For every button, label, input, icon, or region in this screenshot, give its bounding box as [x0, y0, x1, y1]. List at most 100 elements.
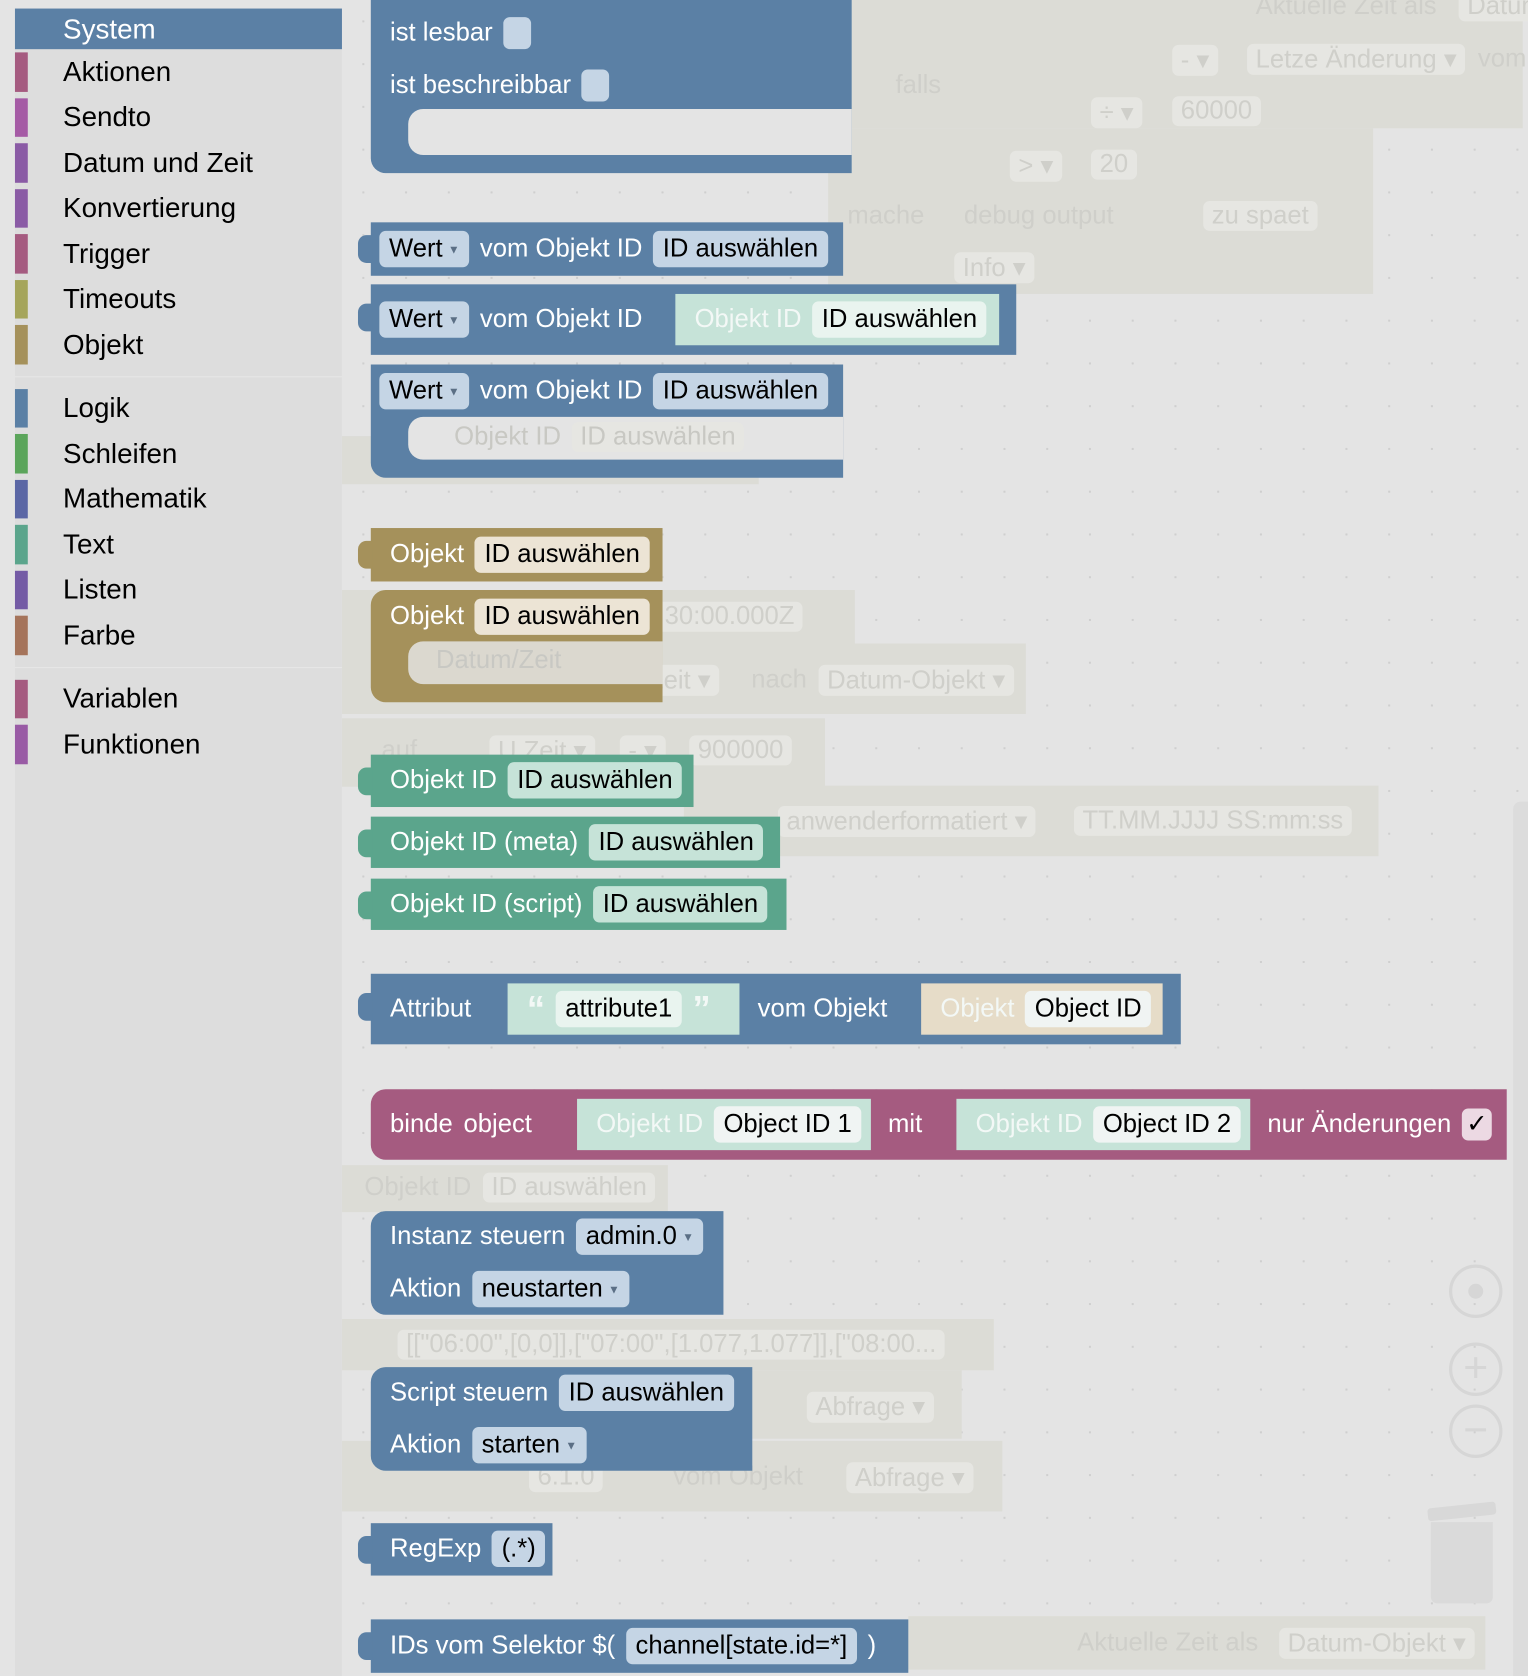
instance-dropdown[interactable]: admin.0 ▼: [576, 1218, 704, 1255]
id-select-field[interactable]: Object ID 2: [1093, 1106, 1241, 1143]
category-color-bar: [14, 234, 28, 274]
ghost-text: mache: [847, 200, 925, 230]
open-quote-icon: “: [526, 988, 545, 1029]
selector-field[interactable]: channel[state.id=*]: [625, 1627, 857, 1665]
id-select-field[interactable]: ID auswählen: [812, 301, 987, 338]
toolbox-category-funktionen[interactable]: Funktionen: [14, 722, 342, 767]
category-color-bar: [14, 52, 28, 92]
id-select-field[interactable]: ID auswählen: [474, 598, 650, 635]
inner-object-id-block[interactable]: Objekt ID Object ID 2: [956, 1098, 1251, 1151]
id-select-field[interactable]: ID auswählen: [474, 536, 650, 573]
block-label: mit: [888, 1109, 923, 1139]
ghost-text: 20: [1091, 149, 1137, 180]
readable-label: ist lesbar: [390, 18, 493, 48]
toolbox-category-farbe[interactable]: Farbe: [14, 612, 342, 657]
category-color-bar: [14, 97, 28, 137]
ghost-text: Abfrage ▾: [846, 1462, 974, 1494]
toolbox-category-timeouts[interactable]: Timeouts: [14, 276, 342, 321]
action-dropdown[interactable]: neustarten ▼: [472, 1270, 630, 1308]
ghost-text: vom: [1477, 43, 1527, 73]
category-color-bar: [14, 388, 28, 428]
category-label: Datum und Zeit: [63, 146, 253, 179]
block-objekt-id-meta[interactable]: Objekt ID (meta) ID auswählen: [357, 816, 781, 868]
inner-objekt-block[interactable]: Objekt Object ID: [921, 983, 1163, 1035]
block-get-value[interactable]: Wert ▼ vom Objekt ID Objekt ID ID auswählen: [357, 284, 1017, 355]
toolbox-category-variablen[interactable]: Variablen: [14, 676, 342, 721]
ghost-text: debug output: [963, 200, 1114, 230]
id-select-field[interactable]: ID auswählen: [653, 230, 828, 268]
inner-object-id-block[interactable]: Objekt ID Object ID 1: [577, 1098, 871, 1151]
property-dropdown[interactable]: Wert ▼: [379, 301, 470, 338]
block-get-value-statement[interactable]: Wert ▼ vom Objekt ID ID auswählen: [370, 364, 844, 478]
category-color-bar: [14, 615, 28, 655]
readable-checkbox[interactable]: [503, 17, 532, 50]
ghost-text: 30:00.000Z: [656, 601, 803, 632]
ghost-text: Objekt ID: [454, 422, 562, 452]
zoom-out-icon[interactable]: −: [1449, 1404, 1503, 1458]
category-color-bar: [14, 724, 28, 764]
toolbox-category-system[interactable]: System: [14, 8, 342, 50]
toolbox-category-datum-und-zeit[interactable]: Datum und Zeit: [14, 140, 342, 185]
zoom-in-icon[interactable]: +: [1449, 1342, 1503, 1396]
text-block[interactable]: “ attribute1 ”: [507, 983, 740, 1035]
inner-object-id-block[interactable]: Objekt ID ID auswählen: [675, 293, 1000, 346]
toolbox-category-text[interactable]: Text: [14, 522, 342, 567]
id-select-field[interactable]: ID auswählen: [653, 373, 828, 410]
toolbox-sidebar: System Aktionen Sendto Datum und Zeit Konver…: [14, 8, 342, 1676]
block-get-value[interactable]: Wert ▼ vom Objekt ID ID auswählen: [357, 222, 844, 276]
category-label: Timeouts: [63, 282, 177, 315]
regexp-field[interactable]: (.*): [491, 1530, 546, 1568]
block-objekt-id-script[interactable]: Objekt ID (script) ID auswählen: [357, 878, 787, 930]
block-label: Script steuern: [390, 1377, 549, 1407]
block-objekt-id[interactable]: Objekt ID ID auswählen: [357, 754, 694, 808]
id-select-field[interactable]: ID auswählen: [588, 824, 764, 861]
ghost-text: Abfrage ▾: [806, 1391, 934, 1423]
block-objekt[interactable]: Objekt ID auswählen: [357, 528, 663, 582]
toolbox-category-trigger[interactable]: Trigger: [14, 231, 342, 276]
id-select-field[interactable]: Object ID 1: [713, 1106, 862, 1143]
toolbox-category-objekt[interactable]: Objekt: [14, 322, 342, 367]
blockly-workspace[interactable]: Aktuelle Zeit als Datum - ▾ Letze Änderu…: [0, 0, 1528, 1676]
toolbox-category-sendto[interactable]: Sendto: [14, 95, 342, 140]
property-dropdown[interactable]: Wert ▼: [379, 230, 470, 268]
toolbox-category-logik[interactable]: Logik: [14, 385, 342, 430]
property-dropdown[interactable]: Wert ▼: [379, 373, 470, 410]
category-label: System: [63, 12, 156, 45]
id-select-field[interactable]: Object ID: [1025, 990, 1152, 1028]
block-bind-object[interactable]: binde object Objekt ID Object ID 1 mit Obj…: [370, 1089, 1507, 1160]
id-select-field[interactable]: ID auswählen: [558, 1374, 734, 1411]
block-attribute[interactable]: Attribut “attribute1” vom Objekt Objekt O…: [357, 973, 1181, 1045]
action-dropdown[interactable]: starten ▼: [472, 1426, 587, 1464]
block-selector[interactable]: IDs vom Selektor $(channel[state.id=*]): [357, 1619, 909, 1673]
block-label: object: [463, 1109, 532, 1139]
block-control-instance[interactable]: Instanz steuern admin.0 ▼ Aktion neustarten…: [370, 1211, 724, 1315]
category-label: Objekt: [63, 327, 144, 360]
toolbox-category-konvertierung[interactable]: Konvertierung: [14, 185, 342, 230]
category-color-bar: [14, 324, 28, 364]
writable-checkbox[interactable]: [581, 69, 610, 102]
category-label: Variablen: [63, 682, 179, 715]
toolbox-category-aktionen[interactable]: Aktionen: [14, 49, 342, 94]
block-object-exists[interactable]: ist lesbar ist beschreibbar: [370, 0, 852, 174]
text-field[interactable]: attribute1: [555, 990, 682, 1028]
ghost-text: ÷ ▾: [1091, 97, 1143, 129]
toolbox-category-mathematik[interactable]: Mathematik: [14, 476, 342, 521]
block-regexp[interactable]: RegExp (.*): [357, 1523, 553, 1576]
category-label: Aktionen: [63, 55, 172, 88]
category-label: Konvertierung: [63, 191, 237, 224]
ghost-text: zu spaet: [1203, 200, 1318, 231]
toolbox-category-listen[interactable]: Listen: [14, 567, 342, 612]
toolbox-category-schleifen[interactable]: Schleifen: [14, 431, 342, 476]
block-label: vom Objekt ID: [479, 376, 643, 406]
center-icon[interactable]: [1449, 1264, 1503, 1318]
only-changes-checkbox[interactable]: ✓: [1461, 1108, 1492, 1141]
id-select-field[interactable]: ID auswählen: [593, 886, 768, 923]
ghost-text: 60000: [1172, 96, 1261, 127]
workspace-scrollbar[interactable]: [1513, 801, 1528, 1676]
trash-icon[interactable]: [1427, 1501, 1497, 1604]
id-select-field[interactable]: ID auswählen: [507, 762, 683, 799]
block-control-script[interactable]: Script steuern ID auswählen Aktion starten…: [370, 1367, 753, 1471]
block-label: Objekt ID: [390, 765, 497, 795]
category-color-bar: [14, 524, 28, 564]
only-changes-label: nur Änderungen: [1267, 1109, 1452, 1139]
